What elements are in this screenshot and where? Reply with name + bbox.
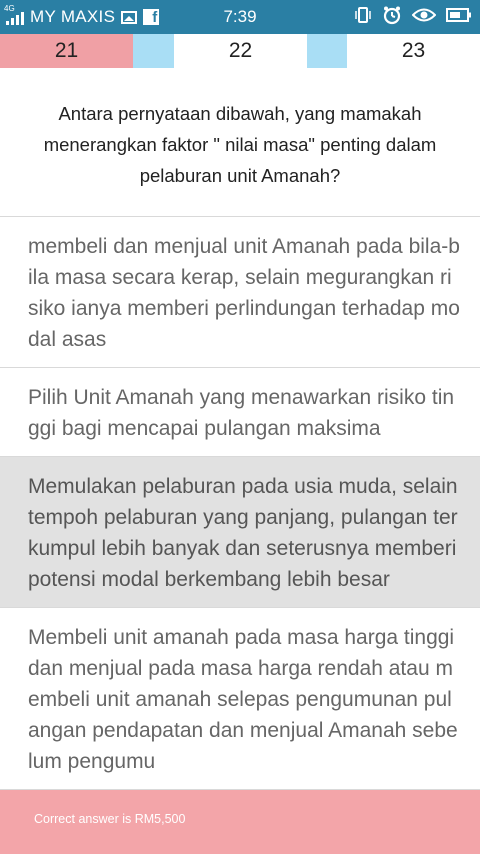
answer-options-list: membeli dan menjual unit Amanah pada bil…: [0, 216, 480, 790]
answer-option-4[interactable]: Membeli unit amanah pada masa harga ting…: [0, 608, 480, 790]
tab-question-21[interactable]: 21: [0, 34, 133, 68]
alarm-icon: [382, 5, 402, 30]
tab-question-22[interactable]: 22: [174, 34, 307, 68]
answer-option-2[interactable]: Pilih Unit Amanah yang menawarkan risiko…: [0, 368, 480, 457]
question-number-tabs: 21 22 23: [0, 34, 480, 68]
status-bar-right: [354, 0, 472, 34]
correct-answer-banner: Correct answer is RM5,500: [0, 790, 480, 854]
question-text: Antara pernyataan dibawah, yang mamakah …: [43, 103, 437, 186]
vibrate-icon: [354, 6, 372, 29]
status-bar: 4G MY MAXIS f 7:39: [0, 0, 480, 34]
answer-option-1[interactable]: membeli dan menjual unit Amanah pada bil…: [0, 217, 480, 368]
battery-icon: [446, 7, 472, 28]
tab-question-23[interactable]: 23: [347, 34, 480, 68]
correct-answer-text: Correct answer is RM5,500: [34, 812, 186, 826]
tab-spacer[interactable]: [307, 34, 347, 68]
eye-icon: [411, 7, 437, 28]
answer-option-3[interactable]: Memulakan pelaburan pada usia muda, sela…: [0, 457, 480, 608]
tab-spacer[interactable]: [133, 34, 174, 68]
